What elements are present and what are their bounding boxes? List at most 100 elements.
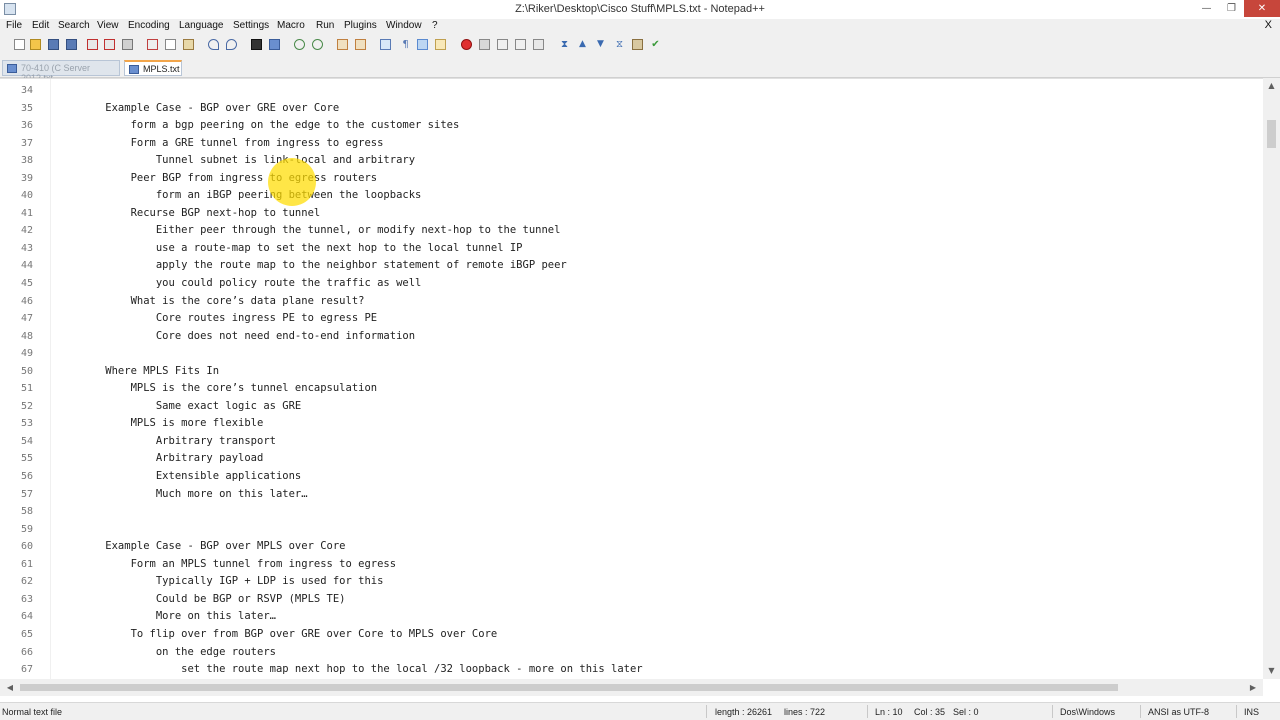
horizontal-scrollbar[interactable]: ◀ ▶	[0, 679, 1263, 696]
editor-line[interactable]: 59	[0, 521, 1240, 539]
scroll-up-icon[interactable]: ▲	[1263, 78, 1280, 94]
editor-line[interactable]: 53 MPLS is more flexible	[0, 415, 1240, 433]
find-icon[interactable]	[251, 39, 262, 50]
editor-line[interactable]: 50 Where MPLS Fits In	[0, 363, 1240, 381]
editor-line[interactable]: 36 form a bgp peering on the edge to the…	[0, 117, 1240, 135]
sync-horizontal-icon[interactable]	[355, 39, 366, 50]
record-macro-icon[interactable]	[461, 39, 472, 50]
close-file-icon[interactable]	[87, 39, 98, 50]
editor-line[interactable]: 37 Form a GRE tunnel from ingress to egr…	[0, 135, 1240, 153]
editor-line[interactable]: 61 Form an MPLS tunnel from ingress to e…	[0, 556, 1240, 574]
line-text[interactable]: Form a GRE tunnel from ingress to egress	[80, 135, 384, 153]
menu-view[interactable]: View	[97, 20, 119, 31]
line-text[interactable]: MPLS is the core’s tunnel encapsulation	[80, 380, 378, 398]
close-document-icon[interactable]: X	[1265, 19, 1272, 31]
show-all-chars-icon[interactable]: ¶	[400, 39, 411, 50]
line-text[interactable]: Arbitrary payload	[80, 450, 263, 468]
open-file-icon[interactable]	[30, 39, 41, 50]
editor-line[interactable]: 40 form an iBGP peering between the loop…	[0, 187, 1240, 205]
vertical-scroll-thumb[interactable]	[1267, 120, 1276, 148]
scroll-left-icon[interactable]: ◀	[2, 679, 18, 696]
editor-line[interactable]: 66 on the edge routers	[0, 644, 1240, 662]
language-icon[interactable]	[435, 39, 446, 50]
paste-icon[interactable]	[183, 39, 194, 50]
redo-icon[interactable]	[226, 39, 237, 50]
sync-vertical-icon[interactable]	[337, 39, 348, 50]
save-all-icon[interactable]	[66, 39, 77, 50]
maximize-button[interactable]: ❐	[1219, 0, 1244, 17]
line-text[interactable]: Recurse BGP next-hop to tunnel	[80, 205, 321, 223]
editor-line[interactable]: 55 Arbitrary payload	[0, 450, 1240, 468]
text-editor[interactable]: 34 35 Example Case - BGP over GRE over Co…	[0, 78, 1280, 680]
editor-line[interactable]: 35 Example Case - BGP over GRE over Core	[0, 100, 1240, 118]
line-text[interactable]: Where MPLS Fits In	[80, 363, 219, 381]
indent-guide-icon[interactable]	[417, 39, 428, 50]
menu-help[interactable]: ?	[432, 20, 438, 31]
editor-lines[interactable]: 34 35 Example Case - BGP over GRE over Co…	[0, 82, 1240, 679]
minimize-button[interactable]: —	[1194, 0, 1219, 17]
line-text[interactable]: Core does not need end-to-end informatio…	[80, 328, 415, 346]
copy-icon[interactable]	[165, 39, 176, 50]
editor-line[interactable]: 45 you could policy route the traffic as…	[0, 275, 1240, 293]
line-text[interactable]: Core routes ingress PE to egress PE	[80, 310, 377, 328]
menu-encoding[interactable]: Encoding	[128, 20, 170, 31]
line-text[interactable]: use a route-map to set the next hop to t…	[80, 240, 523, 258]
line-text[interactable]: Tunnel subnet is link-local and arbitrar…	[80, 152, 415, 170]
line-text[interactable]: Arbitrary transport	[80, 433, 276, 451]
run-macro-multiple-icon[interactable]	[515, 39, 526, 50]
editor-line[interactable]: 49	[0, 345, 1240, 363]
line-text[interactable]: Example Case - BGP over MPLS over Core	[80, 538, 345, 556]
editor-line[interactable]: 38 Tunnel subnet is link-local and arbit…	[0, 152, 1240, 170]
play-macro-icon[interactable]	[497, 39, 508, 50]
editor-line[interactable]: 51 MPLS is the core’s tunnel encapsulati…	[0, 380, 1240, 398]
menu-plugins[interactable]: Plugins	[344, 20, 377, 31]
line-text[interactable]: Form an MPLS tunnel from ingress to egre…	[80, 556, 397, 574]
tab-mpls[interactable]: MPLS.txt	[124, 60, 182, 76]
horizontal-scroll-thumb[interactable]	[20, 684, 1118, 691]
editor-line[interactable]: 67 set the route map next hop to the loc…	[0, 661, 1240, 679]
line-text[interactable]: you could policy route the traffic as we…	[80, 275, 422, 293]
stop-macro-icon[interactable]	[479, 39, 490, 50]
line-text[interactable]: Peer BGP from ingress to egress routers	[80, 170, 378, 188]
editor-line[interactable]: 60 Example Case - BGP over MPLS over Cor…	[0, 538, 1240, 556]
vertical-scrollbar[interactable]: ▲ ▼	[1263, 78, 1280, 679]
zoom-out-icon[interactable]	[312, 39, 323, 50]
tab-70-410[interactable]: 70-410 (C Server 2012.txt	[2, 60, 120, 83]
cut-icon[interactable]	[147, 39, 158, 50]
editor-line[interactable]: 46 What is the core’s data plane result?	[0, 293, 1240, 311]
line-text[interactable]: More on this later…	[80, 608, 276, 626]
line-text[interactable]: MPLS is more flexible	[80, 415, 264, 433]
editor-line[interactable]: 65 To flip over from BGP over GRE over C…	[0, 626, 1240, 644]
arrow-down-icon[interactable]: ▼	[595, 39, 606, 50]
replace-icon[interactable]	[269, 39, 280, 50]
editor-line[interactable]: 58	[0, 503, 1240, 521]
line-text[interactable]: form a bgp peering on the edge to the cu…	[80, 117, 460, 135]
line-text[interactable]: Typically IGP + LDP is used for this	[80, 573, 384, 591]
arrow-up-icon[interactable]: ▲	[577, 39, 588, 50]
editor-line[interactable]: 39 Peer BGP from ingress to egress route…	[0, 170, 1240, 188]
editor-line[interactable]: 47 Core routes ingress PE to egress PE	[0, 310, 1240, 328]
line-text[interactable]: set the route map next hop to the local …	[80, 661, 642, 679]
new-file-icon[interactable]	[14, 39, 25, 50]
editor-line[interactable]: 54 Arbitrary transport	[0, 433, 1240, 451]
editor-line[interactable]: 48 Core does not need end-to-end informa…	[0, 328, 1240, 346]
editor-line[interactable]: 43 use a route-map to set the next hop t…	[0, 240, 1240, 258]
line-text[interactable]: form an iBGP peering between the loopbac…	[80, 187, 422, 205]
line-text[interactable]: Example Case - BGP over GRE over Core	[80, 100, 339, 118]
undo-icon[interactable]	[208, 39, 219, 50]
line-text[interactable]: Extensible applications	[80, 468, 301, 486]
unfold-all-icon[interactable]: ⧖	[614, 39, 625, 50]
zoom-in-icon[interactable]	[294, 39, 305, 50]
print-icon[interactable]	[122, 39, 133, 50]
editor-line[interactable]: 64 More on this later…	[0, 608, 1240, 626]
editor-line[interactable]: 42 Either peer through the tunnel, or mo…	[0, 222, 1240, 240]
editor-line[interactable]: 62 Typically IGP + LDP is used for this	[0, 573, 1240, 591]
editor-line[interactable]: 52 Same exact logic as GRE	[0, 398, 1240, 416]
menu-run[interactable]: Run	[316, 20, 334, 31]
menu-file[interactable]: File	[6, 20, 22, 31]
scroll-right-icon[interactable]: ▶	[1245, 679, 1261, 696]
editor-line[interactable]: 34	[0, 82, 1240, 100]
line-text[interactable]: Could be BGP or RSVP (MPLS TE)	[80, 591, 346, 609]
line-text[interactable]: What is the core’s data plane result?	[80, 293, 365, 311]
document-map-icon[interactable]	[632, 39, 643, 50]
